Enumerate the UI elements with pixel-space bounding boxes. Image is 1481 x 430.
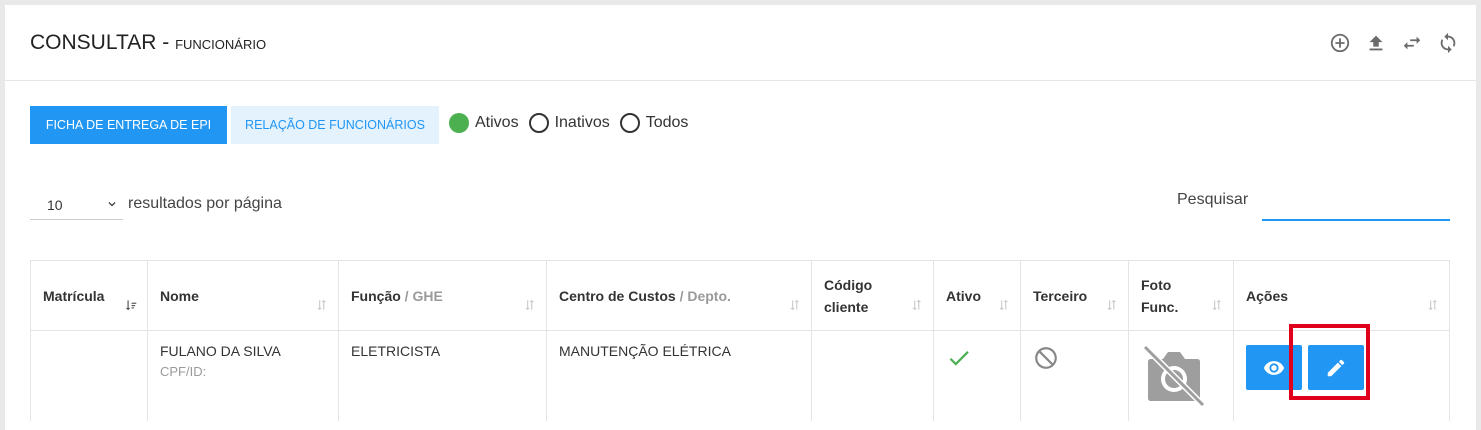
page-title-text: CONSULTAR -: [30, 31, 176, 54]
column-label: Foto: [1141, 276, 1172, 293]
column-label: Matrícula: [43, 287, 105, 304]
edit-button[interactable]: [1308, 345, 1364, 390]
cell-acoes: [1233, 330, 1450, 421]
employee-role: ELETRICISTA: [351, 343, 441, 359]
radio-selected-icon: [449, 113, 469, 133]
cell-codigo-cliente: [811, 330, 934, 421]
status-filter: Ativos Inativos Todos: [449, 113, 688, 133]
employee-cpf: CPF/ID:: [160, 364, 207, 379]
view-button[interactable]: [1246, 345, 1302, 390]
column-label: Centro de Custos: [559, 287, 676, 304]
page-size-label: resultados por página: [128, 194, 282, 212]
sort-icon: [317, 299, 327, 311]
chevron-down-icon: [108, 202, 116, 207]
sort-asc-icon: [125, 300, 137, 311]
search-input[interactable]: [1262, 183, 1450, 221]
filter-inativos-radio[interactable]: Inativos: [528, 113, 610, 133]
pencil-icon: [1327, 359, 1345, 376]
page-size-select[interactable]: 10: [30, 187, 123, 220]
table-row: FULANO DA SILVA CPF/ID: ELETRICISTA MANU…: [30, 330, 1450, 421]
search-label: Pesquisar: [1177, 191, 1249, 208]
epi-delivery-button[interactable]: FICHA DE ENTREGA DE EPI: [30, 106, 227, 144]
page-subtitle: FUNCIONÁRIO: [175, 37, 267, 52]
column-label: Ações: [1246, 287, 1289, 304]
swap-icon[interactable]: [1400, 31, 1424, 55]
column-funcao[interactable]: Função / GHE: [338, 260, 547, 331]
column-label: Ativo: [946, 287, 981, 304]
employee-table: Matrícula Nome Função / GHE Centro de Cu…: [30, 260, 1450, 421]
cell-terceiro: [1020, 330, 1129, 421]
column-ativo[interactable]: Ativo: [933, 260, 1021, 331]
page-size-value: 10: [47, 197, 63, 213]
cell-matricula: [30, 330, 148, 421]
filter-todos-radio[interactable]: Todos: [619, 113, 689, 133]
column-centro-custos[interactable]: Centro de Custos / Depto.: [546, 260, 812, 331]
no-photo-icon: [1142, 344, 1206, 408]
column-label-line2: Func.: [1141, 298, 1179, 315]
sort-icon: [999, 299, 1009, 311]
page-size-control: 10 resultados por página: [30, 187, 282, 220]
page-header: CONSULTAR - FUNCIONÁRIO: [5, 5, 1476, 81]
eye-icon: [1263, 360, 1285, 375]
column-codigo-cliente[interactable]: Código cliente: [811, 260, 934, 331]
page-title: CONSULTAR - FUNCIONÁRIO: [30, 31, 266, 55]
employee-report-button[interactable]: RELAÇÃO DE FUNCIONÁRIOS: [231, 106, 439, 144]
table-header-row: Matrícula Nome Função / GHE Centro de Cu…: [30, 260, 1450, 331]
column-sublabel: / Depto.: [675, 287, 731, 304]
sort-icon: [1428, 299, 1438, 311]
filter-todos-label: Todos: [645, 114, 689, 131]
block-icon: [1035, 347, 1057, 369]
cell-foto: [1128, 330, 1234, 421]
cell-centro-custos: MANUTENÇÃO ELÉTRICA: [546, 330, 812, 421]
column-nome[interactable]: Nome: [147, 260, 339, 331]
main-card: CONSULTAR - FUNCIONÁRIO FICHA DE ENTREGA…: [5, 5, 1476, 430]
employee-cost-center: MANUTENÇÃO ELÉTRICA: [559, 343, 731, 359]
refresh-icon[interactable]: [1436, 31, 1460, 55]
sort-icon: [525, 299, 535, 311]
cell-ativo: [933, 330, 1021, 421]
row-actions: [1246, 345, 1437, 390]
radio-empty-icon: [619, 113, 640, 133]
add-circle-icon[interactable]: [1328, 31, 1352, 55]
column-foto[interactable]: Foto Func.: [1128, 260, 1234, 331]
sort-icon: [912, 299, 922, 311]
upload-icon[interactable]: [1364, 31, 1388, 55]
column-acoes[interactable]: Ações: [1233, 260, 1450, 331]
filter-inativos-label: Inativos: [554, 114, 610, 131]
filter-ativos-radio[interactable]: Ativos: [449, 113, 519, 133]
column-label: Terceiro: [1033, 287, 1088, 304]
cell-nome: FULANO DA SILVA CPF/ID:: [147, 330, 339, 421]
cell-funcao: ELETRICISTA: [338, 330, 547, 421]
filter-ativos-label: Ativos: [475, 114, 519, 131]
column-label: Nome: [160, 287, 199, 304]
column-label: Função: [351, 287, 401, 304]
sort-icon: [1212, 299, 1222, 311]
column-matricula[interactable]: Matrícula: [30, 260, 148, 331]
column-terceiro[interactable]: Terceiro: [1020, 260, 1129, 331]
employee-name: FULANO DA SILVA: [160, 343, 281, 359]
column-sublabel: / GHE: [400, 287, 443, 304]
check-icon: [949, 351, 969, 366]
column-label: Código: [824, 276, 873, 293]
radio-empty-icon: [528, 113, 549, 133]
sort-icon: [790, 299, 800, 311]
column-label-line2: cliente: [824, 298, 869, 315]
sort-icon: [1107, 299, 1117, 311]
header-toolbar: [1328, 31, 1460, 55]
